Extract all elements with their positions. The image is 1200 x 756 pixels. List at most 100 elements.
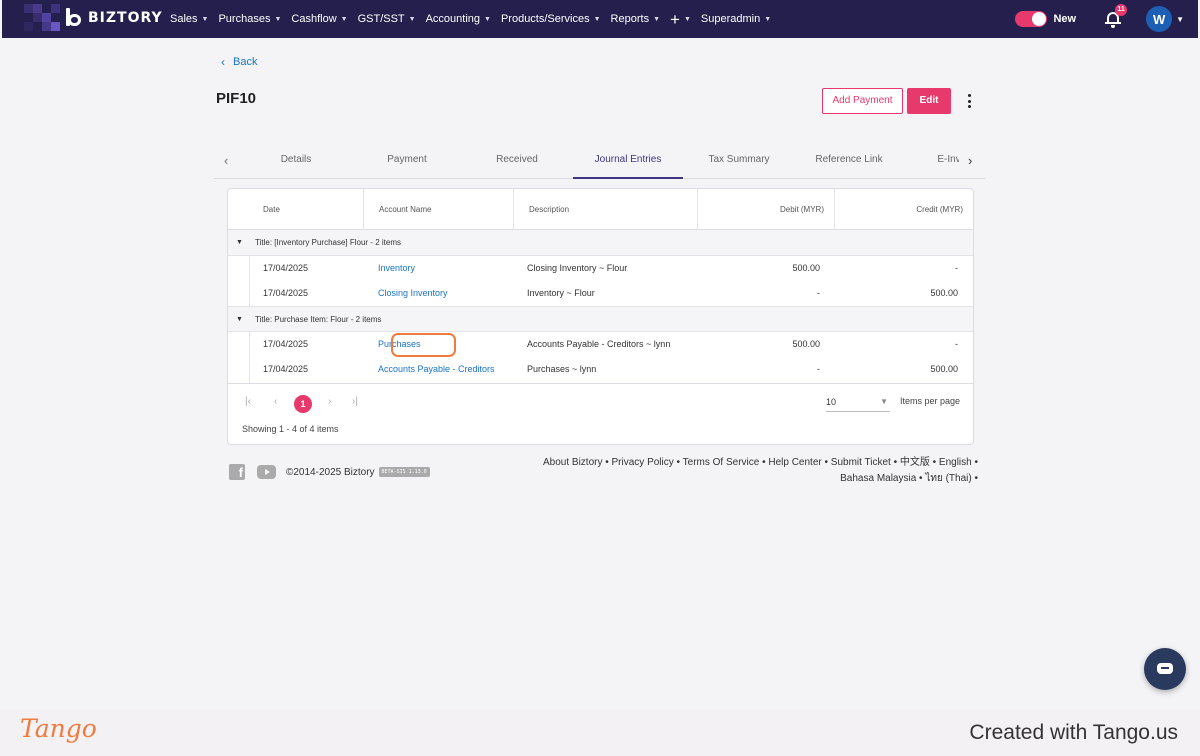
top-navigation-bar: BIZTORY Sales ▼ Purchases ▼ Cashflow ▼ GST/…	[2, 0, 1198, 38]
menu-sales[interactable]: Sales ▼	[170, 13, 208, 25]
chevron-down-icon: ▼	[593, 15, 601, 23]
column-header-description[interactable]: Description	[513, 189, 697, 230]
cell-description: Inventory ~ Flour	[527, 288, 595, 298]
cell-debit: -	[817, 364, 820, 374]
previous-page-icon[interactable]: ‹	[274, 396, 277, 407]
chevron-down-icon[interactable]: ▼	[1176, 15, 1184, 24]
pagination-info: Showing 1 - 4 of 4 items	[242, 424, 339, 434]
cell-account-link[interactable]: Accounts Payable - Creditors	[378, 357, 495, 382]
chevron-left-icon[interactable]: ‹	[224, 153, 228, 168]
cell-date: 17/04/2025	[263, 339, 309, 349]
chevron-down-icon: ▼	[201, 15, 209, 23]
cell-credit: 500.00	[930, 288, 958, 298]
cell-date: 17/04/2025	[263, 364, 309, 374]
group-row[interactable]: ▼ Title: [Inventory Purchase] Flour - 2 …	[228, 230, 973, 256]
logo-pixel-pattern	[2, 0, 72, 38]
nav-right-controls: New 11 W ▼	[1015, 0, 1184, 38]
page-size-label: Items per page	[900, 396, 961, 406]
page-title: PIF10	[216, 90, 257, 107]
youtube-icon[interactable]	[257, 465, 276, 479]
cell-debit: 500.00	[792, 263, 820, 273]
table-row: 17/04/2025 Inventory Closing Inventory ~…	[249, 256, 973, 281]
plus-icon: +	[670, 9, 680, 29]
cell-debit: 500.00	[792, 339, 820, 349]
cell-credit: -	[955, 263, 958, 273]
footer-links-line[interactable]: Bahasa Malaysia • ไทย (Thai) •	[540, 471, 978, 487]
tab-details[interactable]: Details	[241, 144, 351, 179]
menu-gst-sst[interactable]: GST/SST ▼	[358, 13, 416, 25]
brand-name: BIZTORY	[88, 10, 163, 26]
column-header-date[interactable]: Date	[228, 189, 363, 230]
tab-payment[interactable]: Payment	[352, 144, 462, 179]
tab-reference-link[interactable]: Reference Link	[794, 144, 904, 179]
table-row: 17/04/2025 Purchases Accounts Payable - …	[249, 332, 973, 357]
tab-journal-entries[interactable]: Journal Entries	[573, 144, 683, 179]
main-menu: Sales ▼ Purchases ▼ Cashflow ▼ GST/SST ▼ Acc…	[170, 0, 781, 38]
menu-reports[interactable]: Reports ▼	[611, 13, 660, 25]
copyright: ©2014-2025 Biztory BETA-SIS 1.13.0	[286, 467, 430, 478]
group-row[interactable]: ▼ Title: Purchase Item: Flour - 2 items	[228, 306, 973, 332]
tab-received[interactable]: Received	[462, 144, 572, 179]
cell-description: Closing Inventory ~ Flour	[527, 263, 628, 273]
next-page-icon[interactable]: ›	[328, 396, 331, 407]
back-link[interactable]: ‹ Back	[221, 55, 257, 69]
toggle-label: New	[1053, 13, 1077, 25]
first-page-icon[interactable]: |‹	[245, 396, 251, 407]
cell-date: 17/04/2025	[263, 288, 309, 298]
chevron-down-icon: ▼	[340, 15, 348, 23]
chevron-down-icon: ▼	[683, 15, 691, 23]
footer-links: About Biztory • Privacy Policy • Terms O…	[540, 455, 978, 487]
menu-accounting[interactable]: Accounting ▼	[426, 13, 491, 25]
chevron-down-icon: ▼	[408, 15, 416, 23]
chevron-down-icon: ▼	[764, 15, 772, 23]
chevron-down-icon: ▼	[274, 15, 282, 23]
chevron-down-icon: ▼	[484, 15, 491, 23]
table-row: 17/04/2025 Closing Inventory Inventory ~…	[249, 281, 973, 306]
biztory-logo[interactable]: BIZTORY	[64, 8, 163, 28]
footer-links-line[interactable]: About Biztory • Privacy Policy • Terms O…	[540, 455, 978, 471]
grid-header: Date Account Name Description Debit (MYR…	[228, 189, 973, 230]
add-payment-button[interactable]: Add Payment	[822, 88, 903, 114]
bell-icon[interactable]: 11	[1104, 4, 1128, 28]
menu-quick-add[interactable]: + ▼	[670, 11, 691, 28]
tango-logo: Tango	[20, 714, 97, 743]
page-button-current[interactable]: 1	[294, 395, 312, 413]
cell-description: Accounts Payable - Creditors ~ lynn	[527, 339, 671, 349]
cell-account-link[interactable]: Inventory	[378, 256, 415, 281]
cell-account-link[interactable]: Closing Inventory	[378, 281, 448, 306]
chevron-right-icon[interactable]: ›	[968, 153, 972, 168]
tab-bar: ‹ Details Payment Received Journal Entri…	[214, 144, 985, 179]
column-header-credit[interactable]: Credit (MYR)	[834, 189, 973, 230]
cell-date: 17/04/2025	[263, 263, 309, 273]
chat-support-button[interactable]	[1144, 648, 1186, 690]
column-header-debit[interactable]: Debit (MYR)	[697, 189, 834, 230]
table-row: 17/04/2025 Accounts Payable - Creditors …	[249, 357, 973, 382]
menu-purchases[interactable]: Purchases ▼	[218, 13, 281, 25]
expand-caret-icon[interactable]: ▼	[236, 230, 243, 256]
avatar[interactable]: W	[1146, 6, 1173, 32]
pagination: |‹ ‹ 1 › ›| 10 ▼ Items per page Showing …	[228, 383, 973, 444]
cell-description: Purchases ~ lynn	[527, 364, 597, 374]
tango-credit: Created with Tango.us	[969, 721, 1178, 744]
chevron-down-icon: ▼	[653, 15, 661, 23]
journal-entries-grid: Date Account Name Description Debit (MYR…	[227, 188, 974, 445]
chevron-left-icon: ‹	[221, 55, 225, 69]
dropdown-arrow-icon: ▼	[880, 397, 888, 406]
menu-cashflow[interactable]: Cashflow ▼	[291, 13, 347, 25]
page-size-select[interactable]: 10 ▼	[826, 392, 890, 412]
last-page-icon[interactable]: ›|	[352, 396, 358, 407]
edit-button[interactable]: Edit	[907, 88, 951, 114]
notification-badge: 11	[1115, 4, 1128, 16]
more-options-icon[interactable]	[966, 94, 972, 108]
new-ui-toggle[interactable]	[1015, 11, 1048, 27]
biztory-logo-icon	[64, 8, 84, 28]
menu-superadmin[interactable]: Superadmin ▼	[701, 13, 771, 25]
facebook-icon[interactable]: f	[229, 464, 245, 480]
menu-products-services[interactable]: Products/Services ▼	[501, 13, 601, 25]
tango-watermark-bar: Tango Created with Tango.us	[0, 710, 1200, 756]
expand-caret-icon[interactable]: ▼	[236, 307, 243, 333]
tab-e-invoice[interactable]: E-Inv	[894, 144, 959, 179]
cell-credit: 500.00	[930, 364, 958, 374]
column-header-account-name[interactable]: Account Name	[363, 189, 513, 230]
tab-tax-summary[interactable]: Tax Summary	[684, 144, 794, 179]
